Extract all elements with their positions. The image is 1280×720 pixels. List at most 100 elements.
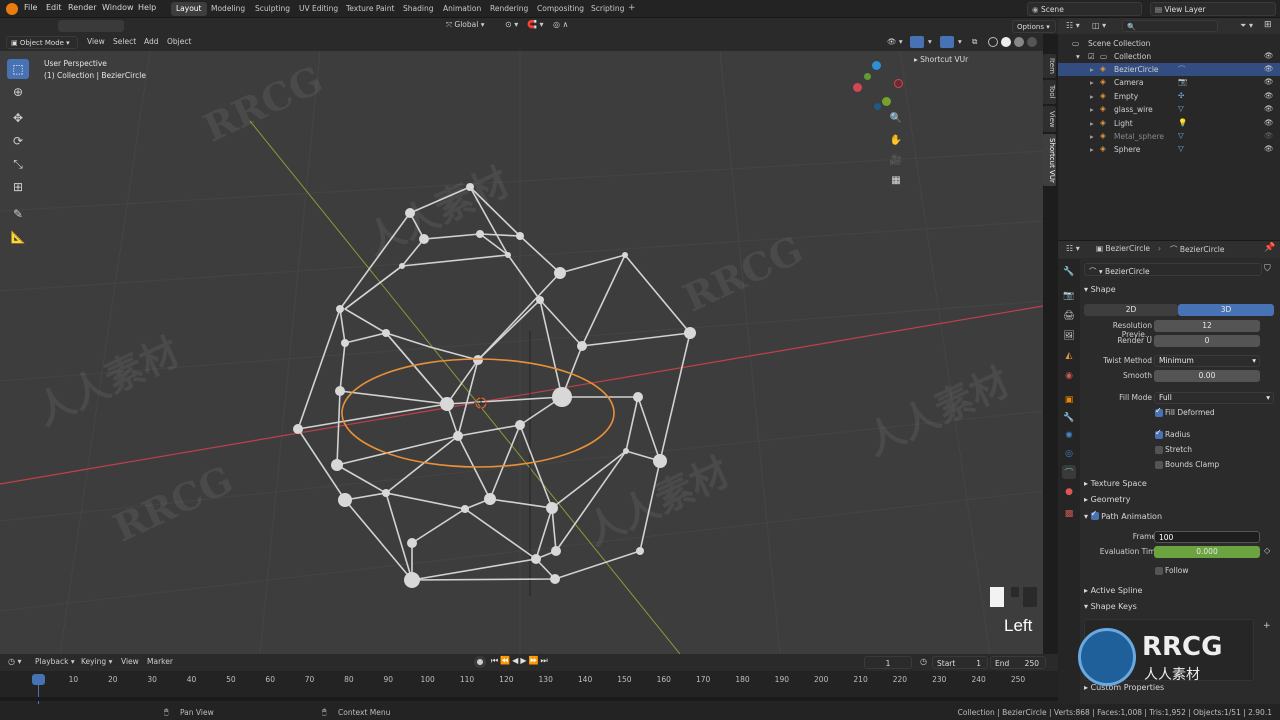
fill-mode-dropdown[interactable]: Full ▾	[1154, 392, 1274, 404]
tab-texture-paint[interactable]: Texture Paint	[341, 2, 399, 16]
material-props-icon[interactable]: ●	[1062, 485, 1076, 499]
preview-range-icon[interactable]: ◷	[920, 657, 927, 666]
twist-method-dropdown[interactable]: Minimum ▾	[1154, 355, 1260, 367]
texture-props-icon[interactable]: ▩	[1062, 507, 1076, 521]
tab-compositing[interactable]: Compositing	[532, 2, 589, 16]
timeline-scrollbar[interactable]	[0, 697, 1058, 701]
outliner-row-object[interactable]: ▸ ◈ Metal_sphere ▽ 👁	[1058, 130, 1280, 143]
menu-file[interactable]: File	[24, 3, 37, 12]
dimension-2d-button[interactable]: 2D	[1084, 304, 1178, 316]
render-u-field[interactable]: 0	[1154, 335, 1260, 347]
record-button[interactable]	[474, 656, 486, 668]
breadcrumb-data[interactable]: ⌒ BezierCircle	[1170, 244, 1224, 255]
properties-editor-type-icon[interactable]: ☷ ▾	[1066, 244, 1080, 253]
physics-props-icon[interactable]: ◎	[1062, 447, 1076, 461]
path-animation-checkbox[interactable]	[1090, 509, 1099, 520]
eye-icon[interactable]: 👁	[1264, 104, 1274, 113]
view-layer-selector[interactable]: ▤ View Layer	[1150, 2, 1276, 16]
tool-props-icon[interactable]: 🔧	[1062, 265, 1076, 279]
navigation-gizmo[interactable]	[852, 61, 912, 121]
expand-icon[interactable]: ▸	[1090, 119, 1094, 128]
eye-icon[interactable]: 👁	[1264, 131, 1274, 140]
bounds-clamp-checkbox[interactable]	[1155, 461, 1163, 469]
shading-solid-icon[interactable]	[1001, 37, 1011, 47]
breadcrumb-object[interactable]: ▣ BezierCircle	[1096, 244, 1150, 253]
world-props-icon[interactable]: ◉	[1062, 369, 1076, 383]
tab-sculpting[interactable]: Sculpting	[250, 2, 295, 16]
gizmo-toggle-icon[interactable]	[910, 36, 924, 48]
annotate-tool-icon[interactable]: ✎	[7, 204, 29, 224]
object-props-icon[interactable]: ▣	[1062, 393, 1076, 407]
eye-icon[interactable]: 👁	[1264, 77, 1274, 86]
shortcut-vur-panel-header[interactable]: ▸ Shortcut VUr	[914, 55, 1042, 67]
vp-menu-object[interactable]: Object	[167, 37, 191, 46]
scene-selector[interactable]: ◉ Scene	[1027, 2, 1142, 16]
expand-icon[interactable]: ▸	[1090, 145, 1094, 154]
mode-selector[interactable]: ▣ Object Mode ▾	[6, 36, 78, 49]
measure-tool-icon[interactable]: 📐	[7, 227, 29, 247]
outliner-row-object[interactable]: ▸ ◈ Light 💡 👁	[1058, 117, 1280, 130]
curve-data-props-icon[interactable]: ⌒	[1062, 465, 1076, 479]
output-props-icon[interactable]: 🖨	[1062, 309, 1076, 323]
gizmo-y-icon[interactable]	[882, 97, 891, 106]
expand-icon[interactable]: ▾	[1076, 52, 1080, 61]
jump-end-icon[interactable]: ⏭	[540, 656, 549, 665]
expand-icon[interactable]: ▸	[1090, 78, 1094, 87]
next-key-icon[interactable]: ⏩	[528, 656, 540, 665]
tab-uv-editing[interactable]: UV Editing	[294, 2, 343, 16]
frames-field[interactable]: 100	[1154, 531, 1260, 543]
gizmo-neg-y-icon[interactable]	[864, 73, 871, 80]
modifier-props-icon[interactable]: 🔧	[1062, 411, 1076, 425]
n-tab-view[interactable]: View	[1043, 106, 1056, 132]
playback-controls[interactable]: ⏮⏪◀▶⏩⏭	[491, 656, 550, 666]
gizmo-neg-z-icon[interactable]	[874, 103, 881, 110]
outliner-row-scene-collection[interactable]: ▭ Scene Collection	[1058, 37, 1280, 50]
timeline-menu-marker[interactable]: Marker	[147, 657, 173, 666]
proportional-edit-icon[interactable]: ◎ ∧	[553, 20, 568, 29]
tab-layout[interactable]: Layout	[171, 2, 207, 16]
eye-icon[interactable]: 👁	[1264, 144, 1274, 153]
end-frame-field[interactable]: End 250	[990, 656, 1046, 669]
tab-shading[interactable]: Shading	[398, 2, 438, 16]
n-tab-shortcut-vur[interactable]: Shortcut VUr	[1043, 134, 1056, 186]
stretch-checkbox[interactable]	[1155, 446, 1163, 454]
menu-help[interactable]: Help	[138, 3, 156, 12]
expand-icon[interactable]: ▸	[1090, 65, 1094, 74]
tab-rendering[interactable]: Rendering	[485, 2, 533, 16]
gizmo-dropdown-icon[interactable]: ▾	[928, 37, 932, 46]
eye-icon[interactable]: 👁	[1264, 64, 1274, 73]
panel-texture-space-header[interactable]: ▸ Texture Space	[1084, 479, 1147, 488]
panel-active-spline-header[interactable]: ▸ Active Spline	[1084, 586, 1142, 595]
ortho-grid-icon[interactable]: ▦	[888, 175, 904, 191]
panel-geometry-header[interactable]: ▸ Geometry	[1084, 495, 1130, 504]
shading-material-icon[interactable]	[1014, 37, 1024, 47]
datablock-name-field[interactable]: ⌒ ▾ BezierCircle	[1084, 263, 1262, 276]
glass-wire-mesh[interactable]	[297, 186, 691, 581]
visibility-icon[interactable]: 👁 ▾	[887, 37, 903, 46]
move-tool-icon[interactable]: ✥	[7, 108, 29, 128]
vp-menu-view[interactable]: View	[87, 37, 105, 46]
fake-user-shield-icon[interactable]: ⛉	[1264, 264, 1271, 274]
gizmo-x-icon[interactable]	[853, 83, 862, 92]
playhead[interactable]	[32, 674, 45, 685]
transform-orientation[interactable]: ⤧ Global ▾	[446, 20, 500, 32]
eye-icon[interactable]: 👁	[1264, 118, 1274, 127]
select-mode-icons[interactable]	[58, 20, 124, 32]
jump-start-icon[interactable]: ⏮	[491, 656, 500, 665]
start-frame-field[interactable]: Start 1	[932, 656, 988, 669]
outliner-row-object[interactable]: ▸ ◈ glass_wire ▽ 👁	[1058, 103, 1280, 116]
outliner-row-collection[interactable]: ▾ ☑ ▭ Collection 👁	[1058, 50, 1280, 63]
evaluation-time-field[interactable]: 0.000	[1154, 546, 1260, 558]
3d-viewport[interactable]: User Perspective (1) Collection | Bezier…	[0, 51, 1043, 654]
panel-path-animation-header[interactable]: ▾ Path Animation	[1084, 509, 1162, 521]
panel-shape-header[interactable]: ▾ Shape	[1084, 285, 1116, 294]
wire-vertex-spheres[interactable]	[293, 183, 696, 588]
radius-checkbox[interactable]	[1155, 428, 1163, 439]
expand-icon[interactable]: ▸	[1090, 132, 1094, 141]
display-mode-icon[interactable]: ◫ ▾	[1092, 21, 1106, 30]
dimension-3d-button[interactable]: 3D	[1178, 304, 1274, 316]
overlay-toggle-icon[interactable]	[940, 36, 954, 48]
transform-tool-icon[interactable]: ⊞	[7, 177, 29, 197]
timeline-menu-view[interactable]: View	[121, 657, 139, 666]
tab-modeling[interactable]: Modeling	[206, 2, 250, 16]
